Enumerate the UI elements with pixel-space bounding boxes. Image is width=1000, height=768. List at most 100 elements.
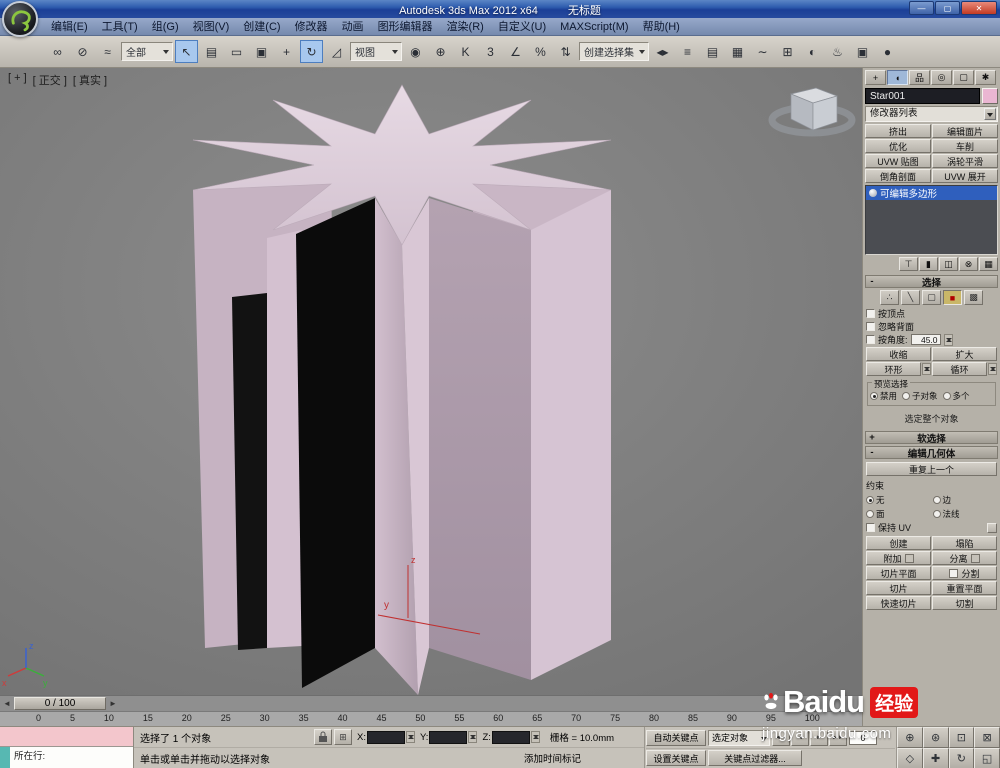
create-tab[interactable]: +: [865, 70, 886, 85]
remove-modifier-button[interactable]: ⊗: [959, 257, 978, 271]
rectangular-selection-region-button[interactable]: ▭: [225, 40, 248, 63]
percent-snap-button[interactable]: %: [529, 40, 552, 63]
previous-frame-arrow[interactable]: ◄: [0, 699, 14, 708]
modifier-edit-patch-button[interactable]: 编辑面片: [932, 124, 998, 138]
menu-maxscript[interactable]: MAXScript(M): [553, 18, 635, 36]
menu-graph-editors[interactable]: 图形编辑器: [371, 18, 440, 36]
selected-filter-dropdown[interactable]: 选定对象: [708, 729, 770, 746]
app-logo-button[interactable]: [2, 1, 38, 37]
viewport-shading-menu[interactable]: [ 真实 ]: [73, 72, 107, 88]
loop-button[interactable]: 循环: [932, 362, 987, 376]
select-by-name-button[interactable]: ▤: [200, 40, 223, 63]
x-spinner[interactable]: [405, 731, 415, 743]
edit-geometry-rollout-header[interactable]: - 编辑几何体: [865, 446, 998, 460]
preview-multiple-radio[interactable]: 多个: [942, 390, 970, 402]
ring-button[interactable]: 环形: [866, 362, 921, 376]
angle-snap-button[interactable]: ∠: [504, 40, 527, 63]
select-object-button[interactable]: ↖: [175, 40, 198, 63]
zoom-button[interactable]: ⊕: [897, 727, 923, 748]
polygon-subobject-icon[interactable]: ■: [943, 290, 962, 305]
curve-editor-button[interactable]: ∼: [751, 40, 774, 63]
z-coordinate-field[interactable]: [491, 730, 530, 744]
render-production-button[interactable]: ●: [876, 40, 899, 63]
create-button[interactable]: 创建: [866, 536, 931, 550]
select-and-move-button[interactable]: +: [275, 40, 298, 63]
ignore-backfacing-checkbox[interactable]: 忽略背面: [866, 320, 997, 333]
spinner-snap-button[interactable]: ⇅: [554, 40, 577, 63]
cut-button[interactable]: 切割: [932, 596, 997, 610]
reference-coordinate-dropdown[interactable]: 视图: [350, 42, 402, 61]
constraint-none-radio[interactable]: 无: [866, 494, 931, 506]
mirror-button[interactable]: ◂▸: [651, 40, 674, 63]
go-to-start-button[interactable]: ◄◄: [772, 729, 790, 746]
soft-selection-rollout-header[interactable]: + 软选择: [865, 431, 998, 445]
minimize-button[interactable]: —: [909, 1, 934, 15]
absolute-offset-toggle[interactable]: ⊞: [334, 729, 352, 745]
menu-views[interactable]: 视图(V): [186, 18, 237, 36]
align-button[interactable]: ≡: [676, 40, 699, 63]
configure-modifier-sets-button[interactable]: ▦: [979, 257, 998, 271]
pin-stack-button[interactable]: ⊤: [899, 257, 918, 271]
pan-button[interactable]: ✚: [922, 748, 949, 768]
menu-group[interactable]: 组(G): [145, 18, 186, 36]
y-spinner[interactable]: [468, 731, 478, 743]
reset-plane-button[interactable]: 重置平面: [932, 581, 997, 595]
graphite-modeling-toolbar-button[interactable]: ▦: [726, 40, 749, 63]
modifier-lathe-button[interactable]: 车削: [932, 139, 998, 153]
close-button[interactable]: ✕: [961, 1, 997, 15]
zoom-extents-button[interactable]: ⊡: [948, 727, 975, 748]
time-slider[interactable]: ◄ 0 / 100 ►: [0, 695, 862, 711]
loop-spinner[interactable]: [988, 363, 997, 375]
menu-modifiers[interactable]: 修改器: [288, 18, 335, 36]
schedule-view-button[interactable]: ⊞: [776, 40, 799, 63]
modifier-stack[interactable]: 可编辑多边形: [865, 185, 998, 255]
constraint-face-radio[interactable]: 面: [866, 508, 931, 520]
modifier-turbosmooth-button[interactable]: 涡轮平滑: [932, 154, 998, 168]
menu-animation[interactable]: 动画: [335, 18, 371, 36]
modifier-bevel-profile-button[interactable]: 倒角剖面: [865, 169, 931, 183]
object-name-field[interactable]: Star001: [865, 88, 980, 104]
select-and-scale-button[interactable]: ◿: [325, 40, 348, 63]
window-crossing-toggle-button[interactable]: ▣: [250, 40, 273, 63]
field-of-view-button[interactable]: ◇: [897, 748, 923, 768]
menu-help[interactable]: 帮助(H): [636, 18, 687, 36]
rendered-frame-window-button[interactable]: ▣: [851, 40, 874, 63]
snap-toggle-3d-button[interactable]: 3: [479, 40, 502, 63]
zoom-region-button[interactable]: ⊠: [974, 727, 1000, 748]
use-pivot-point-center-button[interactable]: ◉: [404, 40, 427, 63]
vertex-subobject-icon[interactable]: ∴: [880, 290, 899, 305]
element-subobject-icon[interactable]: ▩: [964, 290, 983, 305]
unlink-selection-button[interactable]: ⊘: [71, 40, 94, 63]
modifier-uvw-map-button[interactable]: UVW 贴图: [865, 154, 931, 168]
menu-edit[interactable]: 编辑(E): [44, 18, 95, 36]
quickslice-button[interactable]: 快速切片: [866, 596, 931, 610]
maximize-viewport-button[interactable]: ◱: [974, 748, 1000, 768]
motion-tab[interactable]: ◎: [931, 70, 952, 85]
repeat-last-button[interactable]: 重复上一个: [866, 462, 997, 476]
make-unique-button[interactable]: ◫: [939, 257, 958, 271]
collapse-button[interactable]: 塌陷: [932, 536, 997, 550]
menu-tools[interactable]: 工具(T): [95, 18, 145, 36]
modifier-unwrap-uvw-button[interactable]: UVW 展开: [932, 169, 998, 183]
viewport-general-menu[interactable]: [ + ]: [8, 72, 27, 88]
current-frame-field[interactable]: 0: [849, 730, 877, 745]
macro-recorder-pane[interactable]: [0, 727, 133, 747]
select-and-rotate-button[interactable]: ↻: [300, 40, 323, 63]
constraint-edge-radio[interactable]: 边: [932, 494, 998, 506]
hierarchy-tab[interactable]: 品: [909, 70, 930, 85]
maximize-button[interactable]: ▢: [935, 1, 960, 15]
menu-rendering[interactable]: 渲染(R): [440, 18, 491, 36]
y-coordinate-field[interactable]: [429, 730, 468, 744]
previous-frame-button[interactable]: ◄: [791, 729, 809, 746]
grow-button[interactable]: 扩大: [932, 347, 997, 361]
preview-disable-radio[interactable]: 禁用: [870, 390, 897, 402]
preserve-uv-settings-button[interactable]: [987, 522, 997, 533]
by-vertex-checkbox[interactable]: 按顶点: [866, 307, 997, 320]
modifier-optimize-button[interactable]: 优化: [865, 139, 931, 153]
viewport-canvas[interactable]: y z x y z: [0, 68, 862, 695]
stack-item-editable-poly[interactable]: 可编辑多边形: [866, 186, 997, 200]
edge-subobject-icon[interactable]: ╲: [901, 290, 920, 305]
by-angle-checkbox[interactable]: 按角度: 45.0: [866, 333, 997, 346]
show-end-result-button[interactable]: ▮: [919, 257, 938, 271]
selection-filter-dropdown[interactable]: 全部: [121, 42, 173, 61]
